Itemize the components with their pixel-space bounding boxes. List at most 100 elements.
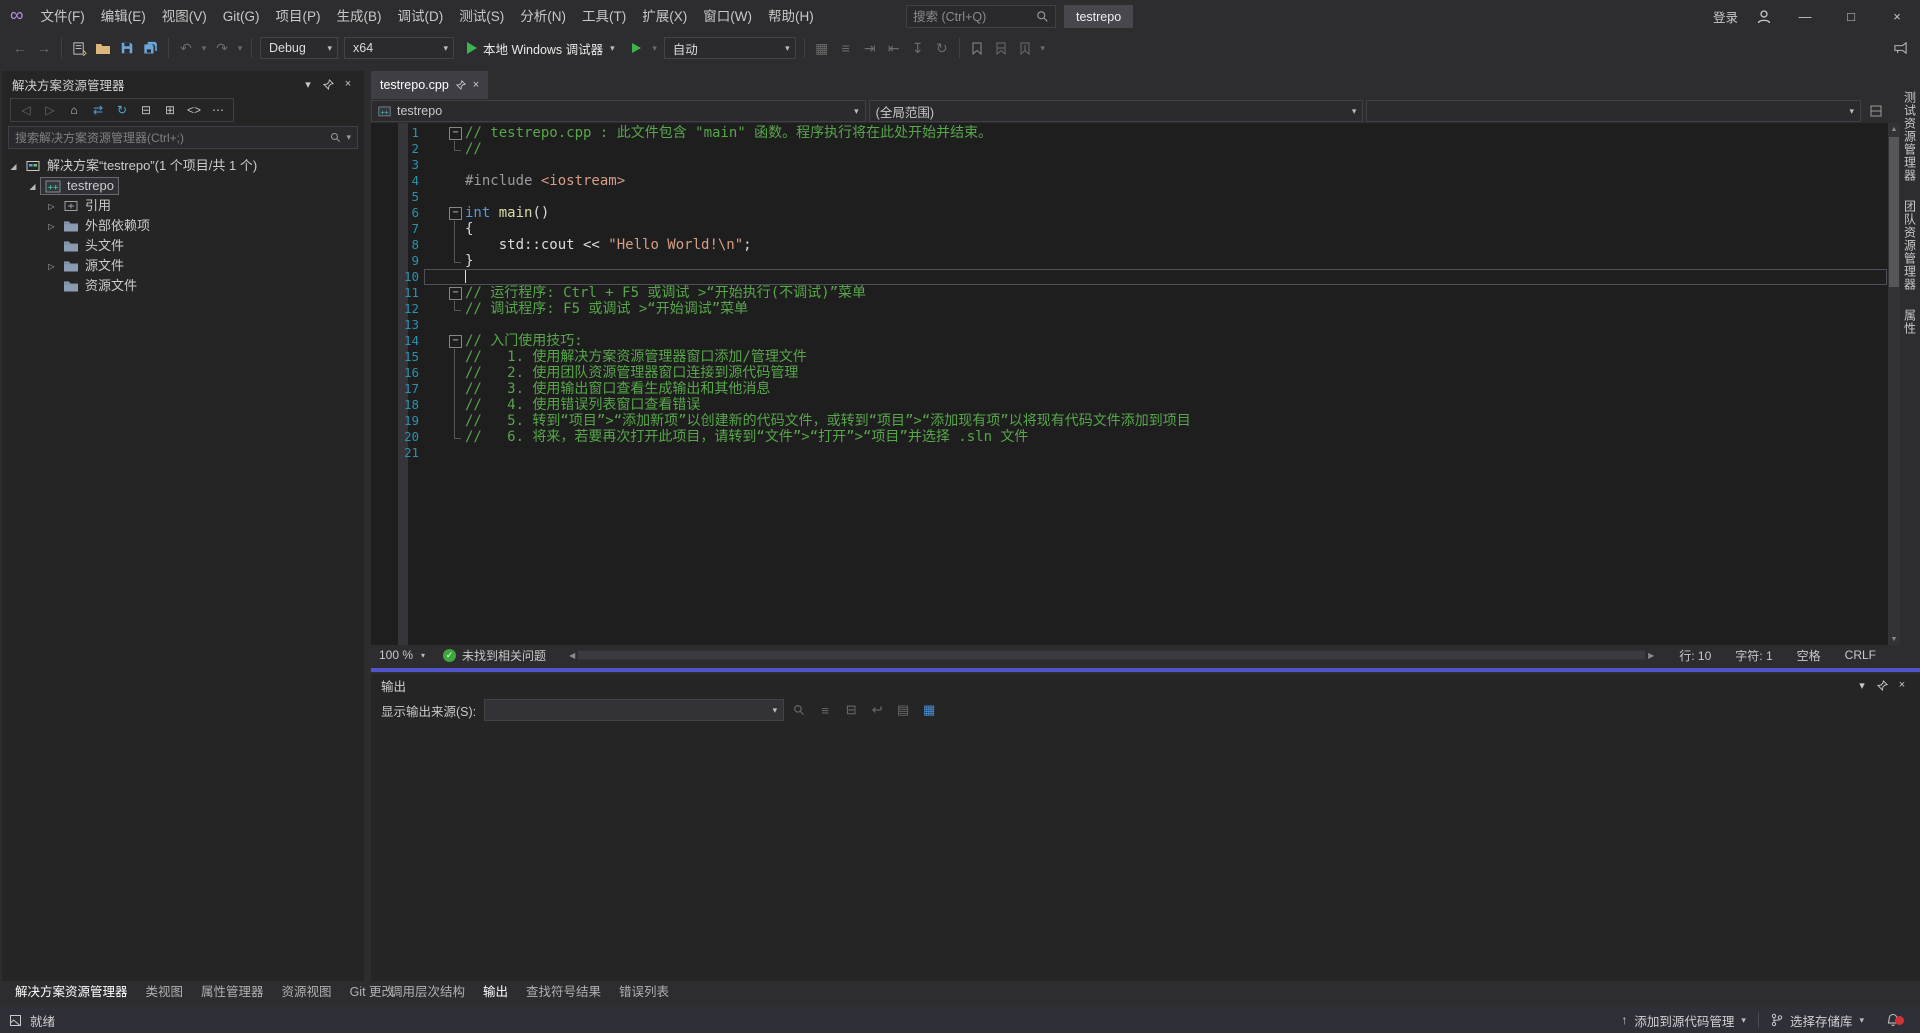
close-button[interactable]: × — [1874, 0, 1920, 33]
hot-reload-icon[interactable]: ▦ — [810, 35, 834, 61]
solution-platform-combo[interactable]: x64 ▾ — [344, 37, 454, 59]
menu-分析(N)[interactable]: 分析(N) — [512, 0, 574, 33]
code-line-2[interactable]: 2// — [371, 141, 1888, 157]
se-switch-views-icon[interactable]: ⇄ — [86, 100, 110, 120]
user-profile-icon[interactable] — [1746, 9, 1782, 25]
bookmark-icon[interactable] — [965, 35, 989, 61]
tree-expander-icon[interactable]: ◢ — [6, 162, 21, 171]
menu-文件(F)[interactable]: 文件(F) — [33, 0, 93, 33]
menu-生成(B)[interactable]: 生成(B) — [329, 0, 390, 33]
code-line-18[interactable]: 18// 4. 使用错误列表窗口查看错误 — [371, 397, 1888, 413]
previous-message-icon[interactable]: ≡ — [814, 700, 836, 720]
spaces-indicator[interactable]: 空格 — [1785, 647, 1833, 664]
code-line-7[interactable]: 7{ — [371, 221, 1888, 237]
se-code-view-icon[interactable]: <> — [182, 100, 206, 120]
tree-item-解决方案“testrepo”(1 个项目/共 1 个)[interactable]: ◢解决方案“testrepo”(1 个项目/共 1 个) — [2, 156, 364, 176]
tree-item-外部依赖项[interactable]: ▷外部依赖项 — [2, 216, 364, 236]
save-icon[interactable] — [115, 35, 139, 61]
code-line-15[interactable]: 15// 1. 使用解决方案资源管理器窗口添加/管理文件 — [371, 349, 1888, 365]
output-content[interactable] — [371, 724, 1920, 981]
solution-search-input[interactable] — [15, 131, 330, 145]
code-line-19[interactable]: 19// 5. 转到“项目”>“添加新项”以创建新的代码文件，或转到“项目”>“… — [371, 413, 1888, 429]
code-line-8[interactable]: 8 std::cout << "Hello World!\n"; — [371, 237, 1888, 253]
menu-项目(P)[interactable]: 项目(P) — [268, 0, 329, 33]
fold-collapse-icon[interactable] — [424, 205, 465, 221]
code-line-17[interactable]: 17// 3. 使用输出窗口查看生成输出和其他消息 — [371, 381, 1888, 397]
code-line-11[interactable]: 11// 运行程序: Ctrl + F5 或调试 >“开始执行(不调试)”菜单 — [371, 285, 1888, 301]
select-repository-button[interactable]: 选择存储库 ▾ — [1763, 1011, 1872, 1030]
scrollbar-track[interactable] — [578, 650, 1645, 660]
line-indicator[interactable]: 行: 10 — [1667, 647, 1723, 664]
document-health-indicator[interactable]: ✓ 未找到相关问题 — [433, 645, 556, 665]
next-bookmark-icon[interactable] — [1013, 35, 1037, 61]
code-line-12[interactable]: 12// 调试程序: F5 或调试 >“开始调试”菜单 — [371, 301, 1888, 317]
tree-item-testrepo[interactable]: ◢++testrepo — [2, 176, 364, 196]
se-collapse-all-icon[interactable]: ⊟ — [134, 100, 158, 120]
pin-icon[interactable] — [1872, 675, 1892, 695]
panel-tab-输出[interactable]: 输出 — [474, 981, 517, 1000]
code-line-14[interactable]: 14// 入门使用技巧: — [371, 333, 1888, 349]
dock-tab-属性[interactable]: 属性 — [1902, 309, 1919, 335]
scope-dropdown[interactable]: (全局范围) ▾ — [869, 100, 1364, 122]
horizontal-scrollbar[interactable]: ◀ ▶ — [566, 648, 1657, 662]
member-dropdown[interactable]: ▾ — [1366, 100, 1861, 122]
start-debugging-button[interactable]: 本地 Windows 调试器 ▾ — [461, 36, 621, 60]
project-dropdown[interactable]: ++ testrepo ▾ — [371, 100, 866, 122]
window-position-menu-icon[interactable]: ▾ — [298, 74, 318, 94]
tree-item-资源文件[interactable]: 资源文件 — [2, 276, 364, 296]
panel-tab-属性管理器[interactable]: 属性管理器 — [192, 981, 273, 1000]
code-line-16[interactable]: 16// 2. 使用团队资源管理器窗口连接到源代码管理 — [371, 365, 1888, 381]
restart-icon[interactable]: ↻ — [930, 35, 954, 61]
menu-Git(G)[interactable]: Git(G) — [215, 0, 268, 33]
find-message-icon[interactable] — [788, 700, 810, 720]
fold-collapse-icon[interactable] — [424, 285, 465, 301]
show-output-list-icon[interactable]: ▤ — [892, 700, 914, 720]
se-show-all-files-icon[interactable]: ⊞ — [158, 100, 182, 120]
solution-explorer-header[interactable]: 解决方案资源管理器 ▾ × — [2, 71, 364, 97]
send-feedback-icon[interactable] — [1893, 33, 1908, 63]
close-icon[interactable]: × — [1892, 675, 1912, 695]
previous-bookmark-icon[interactable] — [989, 35, 1013, 61]
tree-expander-icon[interactable]: ▷ — [44, 202, 59, 211]
vertical-scrollbar[interactable]: ▲ ▼ — [1888, 123, 1900, 645]
add-to-source-control-button[interactable]: ↑ 添加到源代码管理 ▾ — [1613, 1011, 1754, 1030]
undo-icon[interactable]: ↶ — [174, 35, 198, 61]
panel-tab-资源视图[interactable]: 资源视图 — [273, 981, 341, 1000]
se-home-icon[interactable]: ⌂ — [62, 100, 86, 120]
se-back-icon[interactable]: ◁ — [14, 100, 38, 120]
code-line-13[interactable]: 13 — [371, 317, 1888, 333]
scroll-down-icon[interactable]: ▼ — [1888, 633, 1900, 645]
notifications-bell-icon[interactable] — [1876, 1013, 1910, 1027]
pin-icon[interactable] — [318, 74, 338, 94]
window-position-menu-icon[interactable]: ▾ — [1852, 675, 1872, 695]
dock-tab-团队资源管理器[interactable]: 团队资源管理器 — [1902, 200, 1919, 291]
sign-in-link[interactable]: 登录 — [1705, 7, 1746, 26]
tree-expander-icon[interactable]: ▷ — [44, 262, 59, 271]
scroll-up-icon[interactable]: ▲ — [1888, 123, 1900, 135]
tree-item-头文件[interactable]: 头文件 — [2, 236, 364, 256]
dock-tab-测试资源管理器[interactable]: 测试资源管理器 — [1902, 91, 1919, 182]
minimize-button[interactable]: — — [1782, 0, 1828, 33]
menu-测试(S)[interactable]: 测试(S) — [451, 0, 512, 33]
solution-explorer-search-box[interactable]: ▾ — [8, 126, 358, 149]
scroll-right-icon[interactable]: ▶ — [1645, 651, 1657, 660]
panel-tab-错误列表[interactable]: 错误列表 — [610, 981, 678, 1000]
redo-icon[interactable]: ↷ — [210, 35, 234, 61]
tree-item-源文件[interactable]: ▷源文件 — [2, 256, 364, 276]
zoom-dropdown[interactable]: 100 % ▾ — [371, 645, 433, 665]
start-without-debugging-icon[interactable] — [625, 35, 649, 61]
panel-tab-调用层次结构[interactable]: 调用层次结构 — [381, 981, 474, 1000]
tree-expander-icon[interactable]: ◢ — [25, 182, 40, 191]
scroll-left-icon[interactable]: ◀ — [566, 651, 578, 660]
panel-tab-解决方案资源管理器[interactable]: 解决方案资源管理器 — [6, 981, 137, 1000]
exception-settings-combo[interactable]: 自动 ▾ — [664, 37, 796, 59]
se-properties-icon[interactable]: ⋯ — [206, 100, 230, 120]
word-wrap-icon[interactable]: ↩ — [866, 700, 888, 720]
open-file-icon[interactable] — [91, 35, 115, 61]
step-out-icon[interactable]: ↧ — [906, 35, 930, 61]
new-project-icon[interactable] — [67, 35, 91, 61]
tree-expander-icon[interactable]: ▷ — [44, 222, 59, 231]
menu-视图(V)[interactable]: 视图(V) — [154, 0, 215, 33]
code-line-3[interactable]: 3 — [371, 157, 1888, 173]
menu-窗口(W)[interactable]: 窗口(W) — [695, 0, 760, 33]
